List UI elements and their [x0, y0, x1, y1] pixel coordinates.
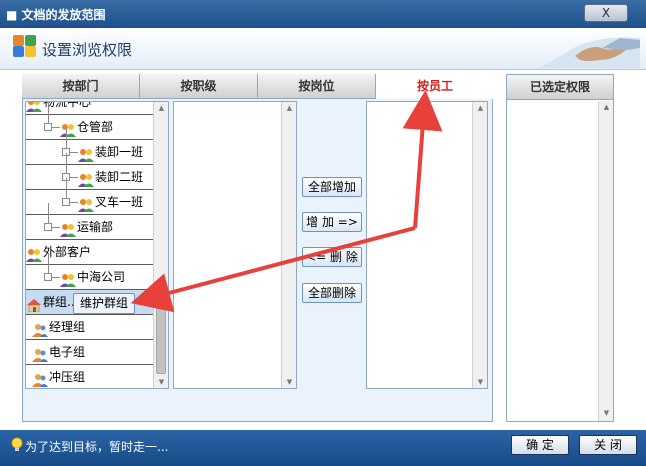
- tree-item-label: 叉车一班: [95, 195, 144, 209]
- page-title: 设置浏览权限: [42, 41, 133, 59]
- scroll-thumb[interactable]: [156, 302, 166, 374]
- remove-button[interactable]: <= 删 除: [302, 247, 362, 267]
- add-all-button[interactable]: 全部增加: [302, 177, 362, 197]
- tree-item-manager-group[interactable]: 经理组: [26, 315, 153, 340]
- window-title-text: 文档的发放范围: [21, 8, 106, 22]
- candidate-list-scrollbar[interactable]: ▲ ▼: [281, 102, 296, 388]
- candidate-list[interactable]: ▲ ▼: [173, 101, 297, 389]
- tree-item-warehouse[interactable]: 仓管部: [26, 103, 153, 140]
- tree-item-label: 装卸一班: [95, 145, 144, 159]
- tree-item-label: 冲压组: [49, 370, 86, 384]
- selected-permissions-title: 已选定权限: [507, 75, 613, 100]
- group-icon: [26, 246, 42, 262]
- tree-item-label: 仓管部: [77, 120, 114, 134]
- people-icon: [32, 321, 48, 337]
- tree-item-label: 物流中心: [43, 101, 92, 109]
- scroll-up-arrow-icon[interactable]: ▲: [473, 102, 488, 114]
- people-icon: [32, 371, 48, 387]
- selected-permissions-scrollbar[interactable]: ▲ ▼: [598, 101, 613, 421]
- tree-item-loading-team-2[interactable]: 装卸二班: [26, 153, 153, 190]
- dialog-footer: 为了达到目标，暂时走一... 确 定 关 闭: [0, 430, 646, 466]
- tree-item-label: 经理组: [49, 320, 86, 334]
- footer-tip-text: 为了达到目标，暂时走一...: [25, 440, 169, 454]
- tab-by-employee[interactable]: 按员工: [376, 74, 494, 99]
- chosen-list-scrollbar[interactable]: ▲ ▼: [472, 102, 487, 388]
- group-icon: [78, 146, 94, 162]
- scroll-up-arrow-icon[interactable]: ▲: [282, 102, 297, 114]
- tree-item-transport[interactable]: 运输部: [26, 203, 153, 240]
- group-icon: [78, 196, 94, 212]
- group-icon: [60, 121, 76, 137]
- department-tree[interactable]: 物流中心 仓管部 装卸一班 装卸二班 叉车一班 运输部 外部客户 中海公司 群组…: [25, 101, 169, 389]
- tree-item-stamping-group[interactable]: 冲压组: [26, 365, 153, 388]
- close-window-button[interactable]: X: [584, 4, 628, 22]
- handshake-icon: [540, 37, 640, 68]
- maintain-groups-button[interactable]: 维护群组: [73, 293, 135, 314]
- scroll-up-arrow-icon[interactable]: ▲: [599, 101, 614, 113]
- tree-item-label: 外部客户: [43, 245, 92, 259]
- tab-bar: 按部门 按职级 按岗位 按员工: [22, 74, 494, 99]
- selected-permissions-panel: 已选定权限 ▲ ▼: [506, 74, 614, 422]
- remove-all-button[interactable]: 全部删除: [302, 283, 362, 303]
- lightbulb-icon: [11, 437, 23, 451]
- scroll-down-arrow-icon[interactable]: ▼: [154, 376, 168, 388]
- tab-by-department[interactable]: 按部门: [22, 74, 140, 99]
- tree-item-label: 中海公司: [77, 270, 126, 284]
- people-icon: [32, 346, 48, 362]
- tree-item-forklift-team-1[interactable]: 叉车一班: [26, 178, 153, 215]
- permissions-logo-icon: [13, 35, 36, 57]
- scroll-up-arrow-icon[interactable]: ▲: [154, 102, 168, 114]
- group-icon: [60, 221, 76, 237]
- group-icon: [26, 102, 42, 112]
- add-button[interactable]: 增 加 =>: [302, 212, 362, 232]
- tree-scrollbar[interactable]: ▲ ▼: [153, 102, 168, 388]
- group-icon: [60, 271, 76, 287]
- scroll-down-arrow-icon[interactable]: ▼: [599, 407, 614, 419]
- scroll-down-arrow-icon[interactable]: ▼: [473, 376, 488, 388]
- group-icon: [78, 171, 94, 187]
- tree-item-electronics-group[interactable]: 电子组: [26, 340, 153, 365]
- tree-item-loading-team-1[interactable]: 装卸一班: [26, 128, 153, 165]
- dialog-header: 设置浏览权限: [0, 28, 646, 70]
- tab-by-rank[interactable]: 按职级: [140, 74, 258, 99]
- close-button[interactable]: 关 闭: [579, 435, 637, 455]
- tree-item-logistics-center[interactable]: 物流中心: [26, 101, 153, 115]
- scroll-down-arrow-icon[interactable]: ▼: [282, 376, 297, 388]
- home-icon: [26, 296, 42, 312]
- tab-by-position[interactable]: 按岗位: [258, 74, 376, 99]
- tree-item-zhonghai-company[interactable]: 中海公司: [26, 253, 153, 290]
- window-title: ■ 文档的发放范围: [6, 8, 106, 22]
- tree-item-label: 电子组: [49, 345, 86, 359]
- tree-item-label: 装卸二班: [95, 170, 144, 184]
- window-title-bar: ■ 文档的发放范围 X: [0, 0, 646, 28]
- tree-item-label: 运输部: [77, 220, 114, 234]
- chosen-list[interactable]: ▲ ▼: [366, 101, 488, 389]
- ok-button[interactable]: 确 定: [511, 435, 569, 455]
- tree-item-external-customers[interactable]: 外部客户: [26, 240, 153, 265]
